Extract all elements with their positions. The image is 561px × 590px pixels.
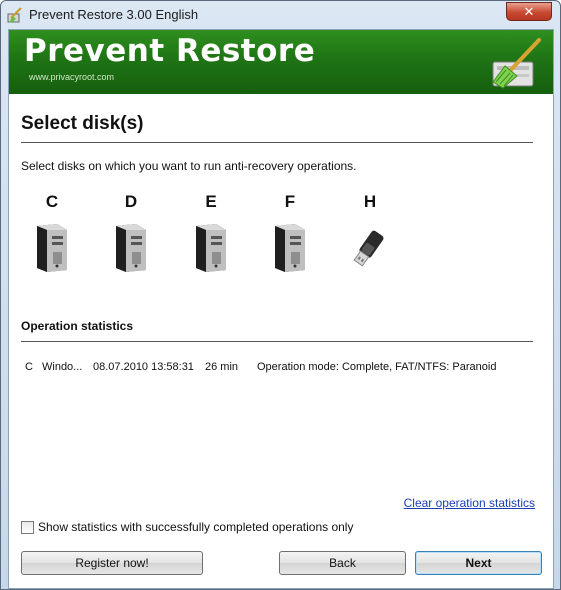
banner-website: www.privacyroot.com [29, 72, 115, 82]
operation-statistics-label: Operation statistics [21, 319, 134, 333]
clear-statistics-link[interactable]: Clear operation statistics [404, 496, 535, 510]
disk-letter: H [363, 192, 377, 211]
broom-drive-logo-icon [492, 38, 541, 89]
disk-d[interactable]: D [106, 192, 156, 274]
disk-letter: C [45, 192, 59, 211]
stat-name: Windo... [42, 361, 83, 373]
computer-tower-icon [37, 224, 67, 272]
success-only-checkbox[interactable] [21, 520, 34, 534]
computer-tower-icon [196, 224, 226, 272]
stat-disk: C [25, 361, 33, 373]
register-button[interactable]: Register now! [21, 551, 203, 575]
client-area: Prevent Restore www.privacyroot.com Sele… [8, 29, 554, 589]
disk-letter: E [205, 192, 217, 211]
banner-title: Prevent Restore [24, 33, 316, 69]
close-button[interactable]: ✕ [506, 2, 552, 21]
heading-divider [21, 142, 533, 143]
computer-tower-icon [275, 224, 305, 272]
page-description: Select disks on which you want to run an… [21, 159, 357, 173]
disk-c[interactable]: C [27, 192, 77, 274]
disk-e[interactable]: E [186, 192, 236, 274]
success-only-option[interactable]: Show statistics with successfully comple… [21, 520, 353, 534]
statistics-divider [21, 341, 533, 342]
computer-tower-icon [116, 224, 146, 272]
title-bar[interactable]: Prevent Restore 3.00 English ✕ [1, 1, 560, 29]
next-button[interactable]: Next [415, 551, 542, 575]
disk-letter: D [124, 192, 138, 211]
success-only-label: Show statistics with successfully comple… [38, 520, 354, 534]
disk-f[interactable]: F [265, 192, 315, 274]
app-broom-icon [7, 7, 22, 23]
page-heading: Select disk(s) [21, 113, 144, 134]
usb-drive-icon [353, 230, 384, 267]
back-button[interactable]: Back [279, 551, 406, 575]
disk-letter: F [284, 192, 296, 211]
stat-date: 08.07.2010 13:58:31 [93, 361, 194, 373]
disk-h[interactable]: H [345, 192, 395, 274]
app-window: Prevent Restore 3.00 English ✕ Prevent R… [0, 0, 561, 590]
stat-duration: 26 min [205, 361, 239, 373]
window-title: Prevent Restore 3.00 English [29, 7, 199, 22]
header-banner: Prevent Restore www.privacyroot.com [9, 30, 553, 94]
stat-mode: Operation mode: Complete, FAT/NTFS: Para… [257, 361, 497, 373]
close-icon: ✕ [523, 3, 535, 19]
